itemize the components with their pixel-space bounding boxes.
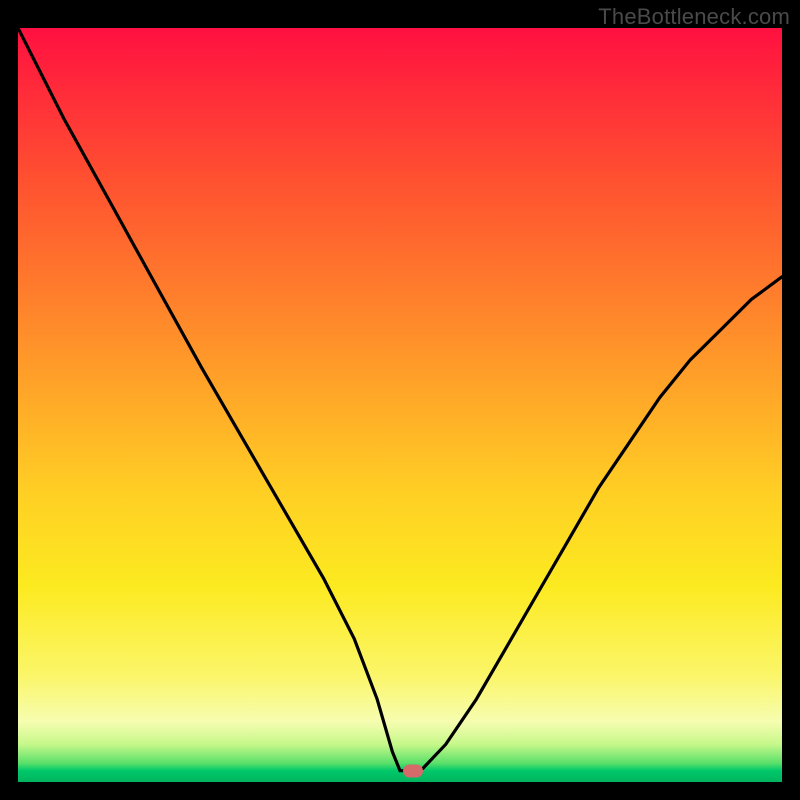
plot-area — [18, 28, 782, 782]
minimum-marker — [403, 764, 423, 777]
curve-path — [18, 28, 782, 771]
bottleneck-curve — [18, 28, 782, 782]
watermark-text: TheBottleneck.com — [598, 4, 790, 30]
chart-frame: TheBottleneck.com — [0, 0, 800, 800]
